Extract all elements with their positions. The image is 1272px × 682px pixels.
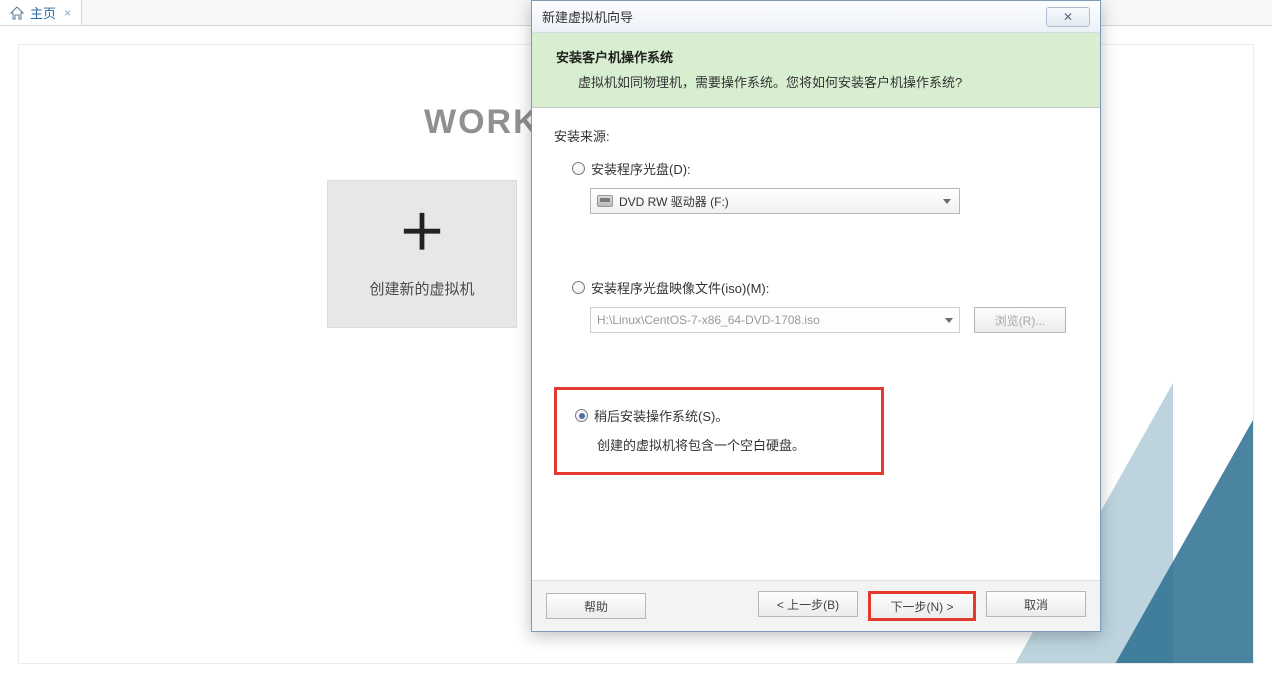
- later-subtext: 创建的虚拟机将包含一个空白硬盘。: [597, 435, 859, 454]
- drive-icon: [597, 195, 613, 207]
- dialog-body: 安装来源: 安装程序光盘(D): DVD RW 驱动器 (F:) 安装程序光盘映…: [532, 108, 1100, 580]
- radio-iso-label: 安装程序光盘映像文件(iso)(M):: [591, 278, 769, 297]
- radio-iso[interactable]: 安装程序光盘映像文件(iso)(M):: [572, 278, 1078, 297]
- radio-icon: [572, 281, 585, 294]
- browse-label: 浏览(R)...: [995, 312, 1046, 329]
- help-label: 帮助: [584, 598, 608, 615]
- option-disc-group: 安装程序光盘(D): DVD RW 驱动器 (F:): [572, 159, 1078, 214]
- radio-later[interactable]: 稍后安装操作系统(S)。: [575, 406, 859, 425]
- chevron-down-icon: [943, 199, 951, 204]
- help-button[interactable]: 帮助: [546, 593, 646, 619]
- disc-drive-value: DVD RW 驱动器 (F:): [619, 193, 729, 210]
- new-vm-wizard-dialog: 新建虚拟机向导 ✕ 安装客户机操作系统 虚拟机如同物理机，需要操作系统。您将如何…: [531, 0, 1101, 632]
- chevron-down-icon: [945, 318, 953, 323]
- dialog-title: 新建虚拟机向导: [542, 7, 633, 26]
- cancel-button[interactable]: 取消: [986, 591, 1086, 617]
- dialog-footer: 帮助 < 上一步(B) 下一步(N) > 取消: [532, 580, 1100, 631]
- plus-icon: ＋: [398, 210, 446, 258]
- back-label: < 上一步(B): [777, 596, 839, 613]
- next-button[interactable]: 下一步(N) >: [868, 591, 976, 621]
- back-button[interactable]: < 上一步(B): [758, 591, 858, 617]
- cancel-label: 取消: [1024, 596, 1048, 613]
- tab-home[interactable]: 主页 ×: [0, 0, 82, 25]
- watermark-text: WORK: [424, 103, 540, 142]
- radio-icon: [575, 409, 588, 422]
- dialog-titlebar[interactable]: 新建虚拟机向导 ✕: [532, 1, 1100, 33]
- close-icon[interactable]: ×: [64, 6, 71, 20]
- create-vm-card[interactable]: ＋ 创建新的虚拟机: [327, 180, 517, 328]
- radio-later-label: 稍后安装操作系统(S)。: [594, 406, 728, 425]
- iso-path-input[interactable]: H:\Linux\CentOS-7-x86_64-DVD-1708.iso: [590, 307, 960, 333]
- radio-disc[interactable]: 安装程序光盘(D):: [572, 159, 1078, 178]
- create-vm-label: 创建新的虚拟机: [369, 278, 474, 299]
- source-label: 安装来源:: [554, 126, 1078, 145]
- option-iso-group: 安装程序光盘映像文件(iso)(M): H:\Linux\CentOS-7-x8…: [572, 278, 1078, 333]
- radio-disc-label: 安装程序光盘(D):: [591, 159, 691, 178]
- disc-drive-dropdown[interactable]: DVD RW 驱动器 (F:): [590, 188, 960, 214]
- option-later-highlight: 稍后安装操作系统(S)。 创建的虚拟机将包含一个空白硬盘。: [554, 387, 884, 475]
- next-label: 下一步(N) >: [890, 598, 953, 615]
- home-icon: [10, 6, 24, 20]
- tab-label: 主页: [30, 3, 56, 22]
- radio-icon: [572, 162, 585, 175]
- dialog-header-subtitle: 虚拟机如同物理机，需要操作系统。您将如何安装客户机操作系统?: [578, 72, 1076, 91]
- iso-path-value: H:\Linux\CentOS-7-x86_64-DVD-1708.iso: [597, 313, 820, 327]
- decorative-triangle: [1093, 243, 1254, 664]
- dialog-close-button[interactable]: ✕: [1046, 7, 1090, 27]
- dialog-header-title: 安装客户机操作系统: [556, 47, 1076, 66]
- browse-button[interactable]: 浏览(R)...: [974, 307, 1066, 333]
- dialog-header: 安装客户机操作系统 虚拟机如同物理机，需要操作系统。您将如何安装客户机操作系统?: [532, 33, 1100, 108]
